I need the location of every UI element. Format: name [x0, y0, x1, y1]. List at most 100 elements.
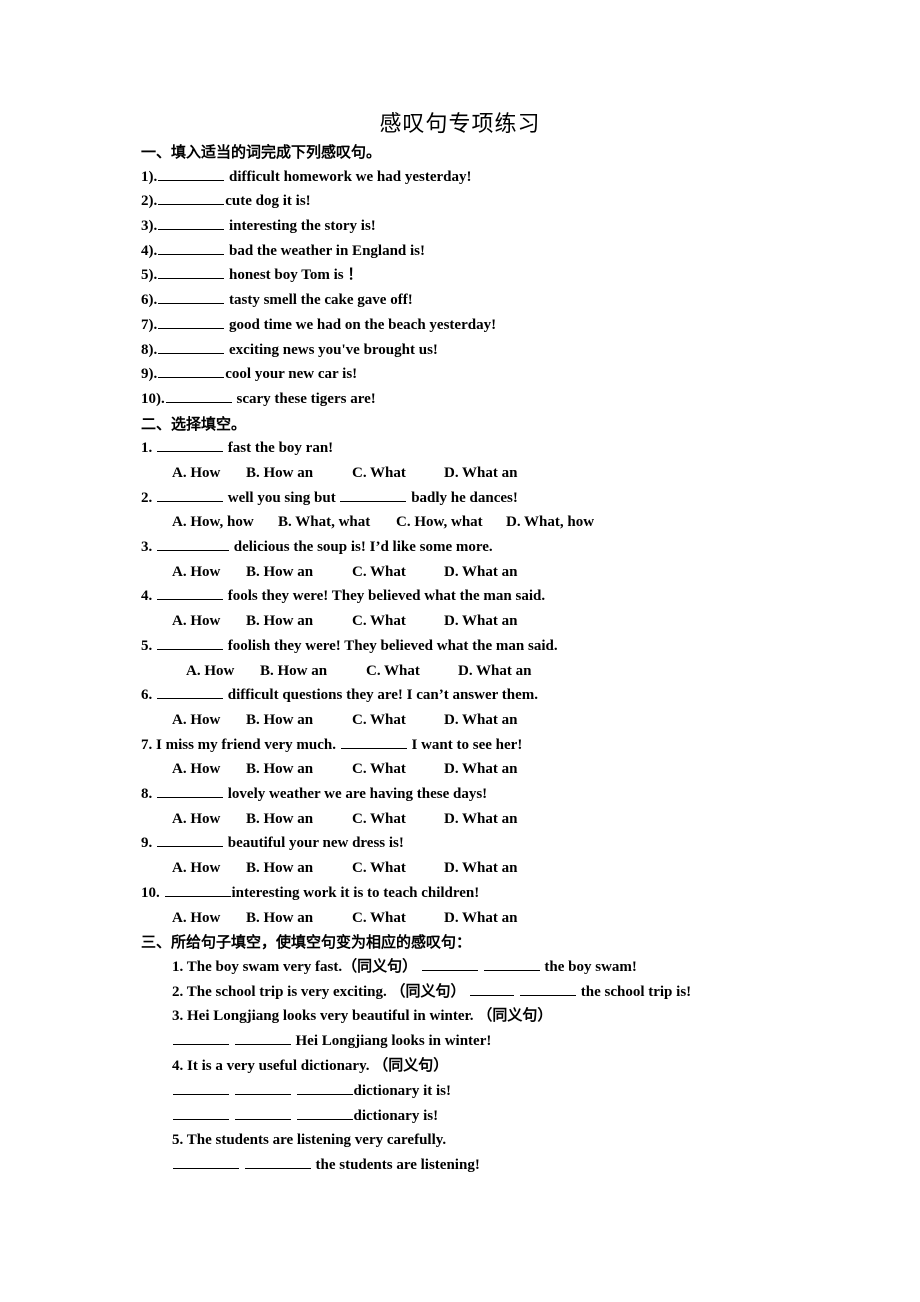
answer-blank[interactable] [158, 215, 225, 230]
option-a[interactable]: A. How [172, 708, 246, 733]
answer-blank[interactable] [158, 314, 225, 329]
answer-blank[interactable] [173, 1080, 229, 1095]
answer-blank[interactable] [234, 1080, 291, 1095]
option-b[interactable]: B. How an [246, 906, 352, 931]
answer-blank[interactable] [470, 980, 515, 996]
item-number: 2. [172, 983, 184, 1000]
option-d[interactable]: D. What an [444, 461, 518, 486]
answer-blank[interactable] [421, 956, 478, 971]
section3-answer-line: dictionary it is! [141, 1079, 881, 1104]
option-c[interactable]: C. How, what [396, 510, 506, 535]
answer-blank[interactable] [157, 832, 223, 848]
option-b[interactable]: B. How an [246, 807, 352, 832]
option-b[interactable]: B. How an [246, 757, 352, 782]
answer-blank[interactable] [340, 486, 407, 502]
option-b[interactable]: B. How an [246, 856, 352, 881]
section2-options: A. How B. How an C. What D. What an [141, 757, 881, 782]
section2-item: 6. difficult questions they are! I can’t… [141, 683, 881, 708]
answer-blank[interactable] [157, 783, 223, 799]
item-tail: dictionary is! [353, 1107, 439, 1124]
option-a[interactable]: A. How [172, 757, 246, 782]
option-c[interactable]: C. What [352, 856, 444, 881]
answer-blank[interactable] [340, 733, 407, 749]
answer-blank[interactable] [244, 1154, 311, 1170]
option-a[interactable]: A. How [172, 906, 246, 931]
answer-blank[interactable] [157, 486, 223, 502]
section3-item: 1. The boy swam very fast.（同义句） the boy … [141, 955, 881, 980]
item-number: 6). [141, 292, 158, 309]
item-number: 3. [141, 539, 153, 556]
section1-item: 7). good time we had on the beach yester… [141, 313, 881, 338]
section3-answer-line: Hei Longjiang looks in winter! [141, 1029, 881, 1054]
option-b[interactable]: B. What, what [278, 510, 396, 535]
option-a[interactable]: A. How [186, 659, 260, 684]
item-stem: lovely weather we are having these days! [227, 786, 488, 803]
option-c[interactable]: C. What [352, 757, 444, 782]
answer-blank[interactable] [519, 980, 576, 996]
answer-blank[interactable] [158, 264, 225, 280]
option-d[interactable]: D. What an [444, 560, 518, 585]
option-b[interactable]: B. How an [260, 659, 366, 684]
option-b[interactable]: B. How an [246, 560, 352, 585]
answer-blank[interactable] [296, 1080, 353, 1095]
item-sentence: The boy swam very fast. [186, 958, 343, 975]
option-d[interactable]: D. What, how [506, 510, 594, 535]
item-number: 10). [141, 390, 165, 407]
answer-blank[interactable] [157, 536, 229, 552]
section1-item: 5). honest boy Tom is ！ [141, 263, 881, 288]
option-d[interactable]: D. What an [444, 807, 518, 832]
section2-options: A. How B. How an C. What D. What an [141, 461, 881, 486]
answer-blank[interactable] [234, 1030, 291, 1046]
option-a[interactable]: A. How [172, 560, 246, 585]
option-d[interactable]: D. What an [444, 609, 518, 634]
option-d[interactable]: D. What an [444, 757, 518, 782]
option-a[interactable]: A. How [172, 461, 246, 486]
option-d[interactable]: D. What an [444, 708, 518, 733]
item-stem: beautiful your new dress is! [227, 835, 404, 852]
option-b[interactable]: B. How an [246, 708, 352, 733]
section2-options: A. How B. How an C. What D. What an [141, 856, 881, 881]
answer-blank[interactable] [158, 338, 225, 354]
answer-blank[interactable] [158, 239, 225, 255]
answer-blank[interactable] [157, 635, 223, 650]
section2-item: 8. lovely weather we are having these da… [141, 782, 881, 807]
answer-blank[interactable] [165, 388, 232, 403]
answer-blank[interactable] [157, 437, 223, 453]
option-c[interactable]: C. What [352, 906, 444, 931]
answer-blank[interactable] [173, 1154, 239, 1170]
answer-blank[interactable] [158, 165, 225, 181]
option-c[interactable]: C. What [366, 659, 458, 684]
option-c[interactable]: C. What [352, 461, 444, 486]
answer-blank[interactable] [296, 1104, 353, 1120]
answer-blank[interactable] [157, 684, 223, 700]
answer-blank[interactable] [164, 882, 231, 897]
answer-blank[interactable] [483, 956, 540, 971]
option-d[interactable]: D. What an [444, 856, 518, 881]
option-c[interactable]: C. What [352, 708, 444, 733]
answer-blank[interactable] [234, 1104, 291, 1120]
answer-blank[interactable] [173, 1030, 229, 1046]
answer-blank[interactable] [173, 1104, 229, 1120]
section1-item: 3). interesting the story is! [141, 214, 881, 239]
option-d[interactable]: D. What an [444, 906, 518, 931]
option-a[interactable]: A. How [172, 609, 246, 634]
option-c[interactable]: C. What [352, 560, 444, 585]
option-c[interactable]: C. What [352, 807, 444, 832]
answer-blank[interactable] [158, 363, 225, 379]
section2-item: 2. well you sing but badly he dances! [141, 486, 881, 511]
option-c[interactable]: C. What [352, 609, 444, 634]
item-sentence: The students are listening very carefull… [186, 1132, 447, 1149]
option-a[interactable]: A. How [172, 807, 246, 832]
item-stem: fools they were! They believed what the … [227, 588, 546, 605]
answer-blank[interactable] [158, 289, 225, 305]
item-number: 2). [141, 193, 158, 210]
answer-blank[interactable] [158, 190, 225, 206]
option-a[interactable]: A. How [172, 856, 246, 881]
option-d[interactable]: D. What an [458, 659, 532, 684]
item-stem-b: I want to see her! [411, 736, 523, 753]
answer-blank[interactable] [157, 585, 223, 601]
item-stem: delicious the soup is! I’d like some mor… [233, 539, 493, 556]
option-b[interactable]: B. How an [246, 609, 352, 634]
option-b[interactable]: B. How an [246, 461, 352, 486]
option-a[interactable]: A. How, how [172, 510, 278, 535]
